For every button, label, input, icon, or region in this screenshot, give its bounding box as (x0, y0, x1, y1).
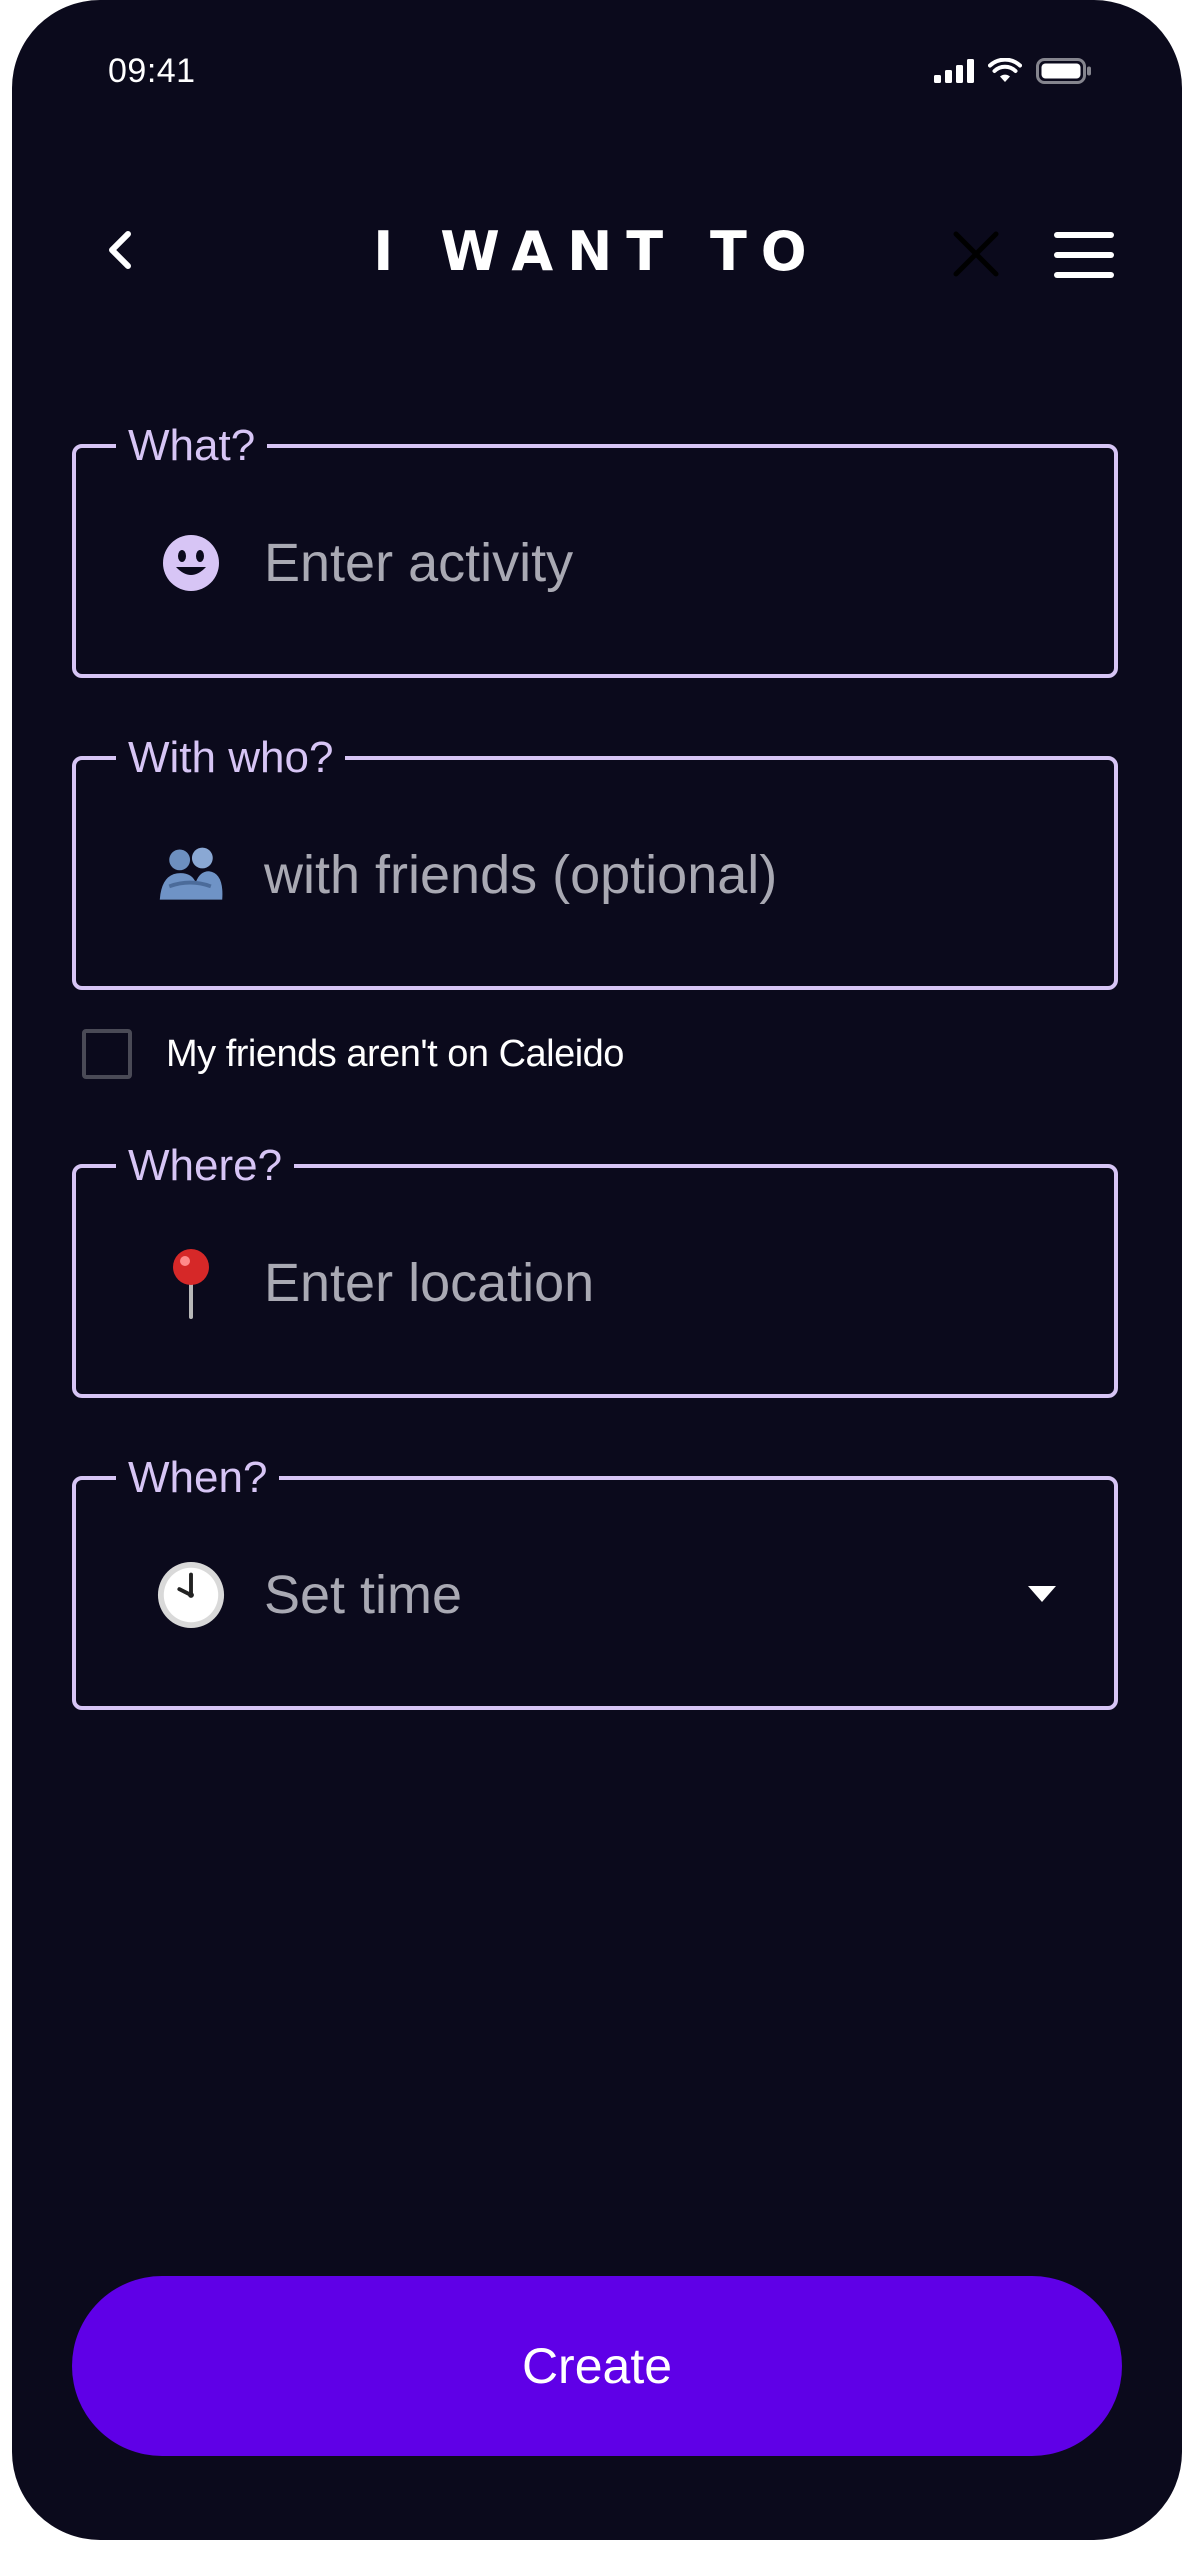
when-select[interactable]: Set time (264, 1562, 462, 1628)
where-input[interactable]: Enter location (264, 1250, 594, 1316)
close-button[interactable] (950, 228, 1002, 280)
what-input[interactable]: Enter activity (264, 530, 573, 596)
status-time: 09:41 (108, 52, 196, 90)
pushpin-icon (156, 1248, 226, 1319)
page-title: I WANT TO (373, 220, 821, 283)
clock-icon (156, 1560, 226, 1630)
when-field[interactable]: When? Set time (72, 1452, 1118, 1710)
phone-screen: 09:41 I WANT TO What? Enter activity Wit… (12, 0, 1182, 2540)
friends-not-on-app-label: My friends aren't on Caleido (166, 1032, 624, 1075)
status-icons (934, 58, 1092, 84)
what-field[interactable]: What? Enter activity (72, 420, 1118, 678)
with-who-field[interactable]: With who? with friends (optional) (72, 732, 1118, 990)
menu-icon (1054, 232, 1114, 278)
what-label: What? (116, 420, 268, 472)
where-field[interactable]: Where? Enter location (72, 1140, 1118, 1398)
create-button[interactable]: Create (72, 2276, 1122, 2456)
people-hug-icon (156, 840, 226, 910)
friends-not-on-app-row[interactable]: My friends aren't on Caleido (82, 1026, 624, 1082)
with-who-input[interactable]: with friends (optional) (264, 842, 777, 908)
where-label: Where? (116, 1140, 295, 1192)
friends-not-on-app-checkbox[interactable] (82, 1029, 132, 1079)
chevron-down-icon[interactable] (1026, 1584, 1058, 1604)
battery-icon (1036, 58, 1092, 84)
wifi-icon (988, 58, 1022, 84)
close-icon (953, 231, 999, 277)
signal-icon (934, 59, 974, 83)
menu-button[interactable] (1052, 228, 1116, 282)
with-who-label: With who? (116, 732, 346, 784)
smiley-face-icon (156, 528, 226, 598)
when-label: When? (116, 1452, 280, 1504)
